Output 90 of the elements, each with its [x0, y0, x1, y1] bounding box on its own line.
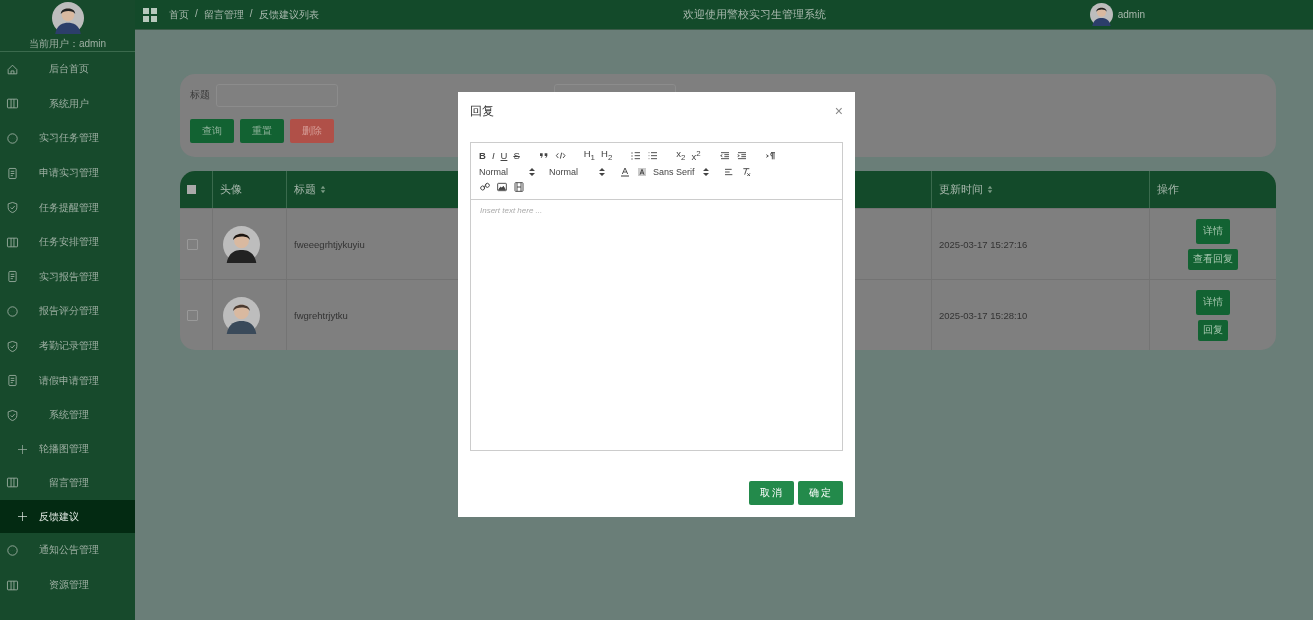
dialog-title: 回复	[470, 103, 494, 119]
format-button[interactable]: x$_{2}$	[676, 148, 686, 164]
cancel-button[interactable]: 取消	[749, 481, 794, 505]
rich-text-editor[interactable]: B I U S H$_{1}$ H$_{2}$ x$_{2}$ x$^{2}$ Normal Normal Sans Serif Insert text here ...	[470, 142, 843, 451]
home-icon	[6, 62, 19, 76]
chat-icon	[6, 543, 19, 557]
italic-button[interactable]: I	[491, 149, 495, 162]
action-button[interactable]: 查询	[190, 119, 234, 143]
sidebar-item[interactable]: 实习报告管理	[0, 259, 135, 295]
image-icon[interactable]	[496, 180, 508, 193]
sidebar-item[interactable]: 任务提醒管理	[0, 190, 135, 225]
columns-icon	[6, 235, 19, 249]
format-button[interactable]: H$_{1}$	[583, 148, 595, 164]
color-icon[interactable]	[619, 165, 631, 178]
format-dropdown[interactable]: Normal	[479, 166, 549, 177]
select-all-checkbox[interactable]	[187, 185, 196, 194]
outdent-icon[interactable]	[718, 149, 731, 162]
updown-arrow-icon	[529, 167, 535, 176]
close-button[interactable]: ×	[834, 103, 843, 119]
column-header: 更新时间	[939, 182, 983, 197]
breadcrumb-link[interactable]: 留言管理	[203, 7, 244, 22]
row-action-button[interactable]: 详情	[1196, 218, 1230, 244]
sidebar-item[interactable]: 报告评分管理	[0, 294, 135, 329]
table-cell: 2025-03-17 15:28:10	[939, 309, 1028, 321]
column-header: 头像	[220, 182, 242, 197]
sidebar-item[interactable]: 考勤记录管理	[0, 328, 135, 364]
sidebar-item[interactable]: 资源管理	[0, 567, 135, 603]
clean-icon[interactable]	[740, 165, 752, 178]
table-cell: 2025-03-17 15:27:16	[939, 238, 1028, 250]
shield-icon	[6, 339, 19, 353]
row-action-button[interactable]: 回复	[1198, 319, 1228, 341]
sidebar-item[interactable]: 轮播图管理	[0, 432, 135, 466]
row-action-button[interactable]: 详情	[1196, 289, 1230, 315]
sidebar-item[interactable]: 任务安排管理	[0, 224, 135, 260]
system-title: 欢迎使用警校实习生管理系统	[681, 7, 827, 22]
sidebar-item[interactable]: 系统管理	[0, 397, 135, 433]
breadcrumb-link[interactable]: 反馈建议列表	[258, 7, 319, 22]
doc-icon	[6, 270, 19, 284]
format-dropdown[interactable]: Sans Serif	[653, 166, 723, 177]
field-label: 标题	[190, 89, 210, 102]
sort-icon[interactable]	[987, 185, 993, 194]
current-user: 当前用户：admin	[28, 37, 107, 51]
breadcrumb-separator: /	[195, 7, 198, 21]
row-checkbox[interactable]	[187, 238, 198, 250]
sidebar-item[interactable]: 系统用户	[0, 86, 135, 122]
user-name[interactable]: admin	[1117, 9, 1145, 20]
shield-icon	[6, 408, 19, 422]
columns-icon	[6, 578, 19, 592]
shield-icon	[6, 201, 19, 215]
indent-icon[interactable]	[735, 149, 748, 162]
plus-icon	[18, 512, 27, 522]
sidebar-item[interactable]: 通知公告管理	[0, 533, 135, 568]
sidebar-item[interactable]: 申请实习管理	[0, 155, 135, 191]
format-button[interactable]: H$_{2}$	[601, 148, 613, 164]
breadcrumb-link[interactable]: 首页	[169, 7, 189, 22]
background-icon[interactable]	[636, 165, 648, 178]
columns-icon	[6, 476, 19, 490]
row-checkbox[interactable]	[187, 309, 198, 321]
strike-button[interactable]: S	[513, 149, 520, 162]
sidebar-item[interactable]: 后台首页	[0, 52, 135, 87]
updown-arrow-icon	[703, 167, 709, 176]
doc-icon	[6, 374, 19, 388]
chat-icon	[6, 132, 19, 145]
sidebar-item[interactable]: 反馈建议	[0, 500, 135, 534]
sort-icon[interactable]	[320, 185, 326, 194]
table-cell: fweeegrhtjykuyiu	[294, 238, 365, 250]
plus-icon	[18, 444, 27, 454]
direction-icon[interactable]	[764, 149, 777, 162]
confirm-button[interactable]: 确定	[798, 481, 843, 505]
video-icon[interactable]	[513, 180, 525, 193]
chat-icon	[6, 304, 19, 318]
format-dropdown[interactable]: Normal	[549, 166, 619, 177]
updown-arrow-icon	[599, 167, 605, 176]
breadcrumb-separator: /	[249, 7, 253, 21]
format-button[interactable]: x$^{2}$	[691, 148, 701, 164]
bold-button[interactable]: B	[479, 149, 486, 162]
sidebar-item[interactable]: 请假申请管理	[0, 363, 135, 398]
grid-icon[interactable]	[143, 7, 157, 22]
doc-icon	[6, 166, 19, 180]
columns-icon	[6, 97, 19, 111]
sidebar-item[interactable]: 留言管理	[0, 465, 135, 501]
link-icon[interactable]	[479, 180, 491, 193]
table-cell: fwgrehtrjytku	[294, 309, 348, 321]
row-action-button[interactable]: 查看回复	[1188, 248, 1238, 270]
underline-button[interactable]: U	[500, 149, 508, 162]
action-button[interactable]: 重置	[240, 119, 284, 143]
numbered-list-icon[interactable]	[630, 149, 643, 162]
column-header: 标题	[294, 182, 316, 197]
sidebar-item[interactable]: 实习任务管理	[0, 121, 135, 156]
column-header: 操作	[1157, 182, 1179, 197]
